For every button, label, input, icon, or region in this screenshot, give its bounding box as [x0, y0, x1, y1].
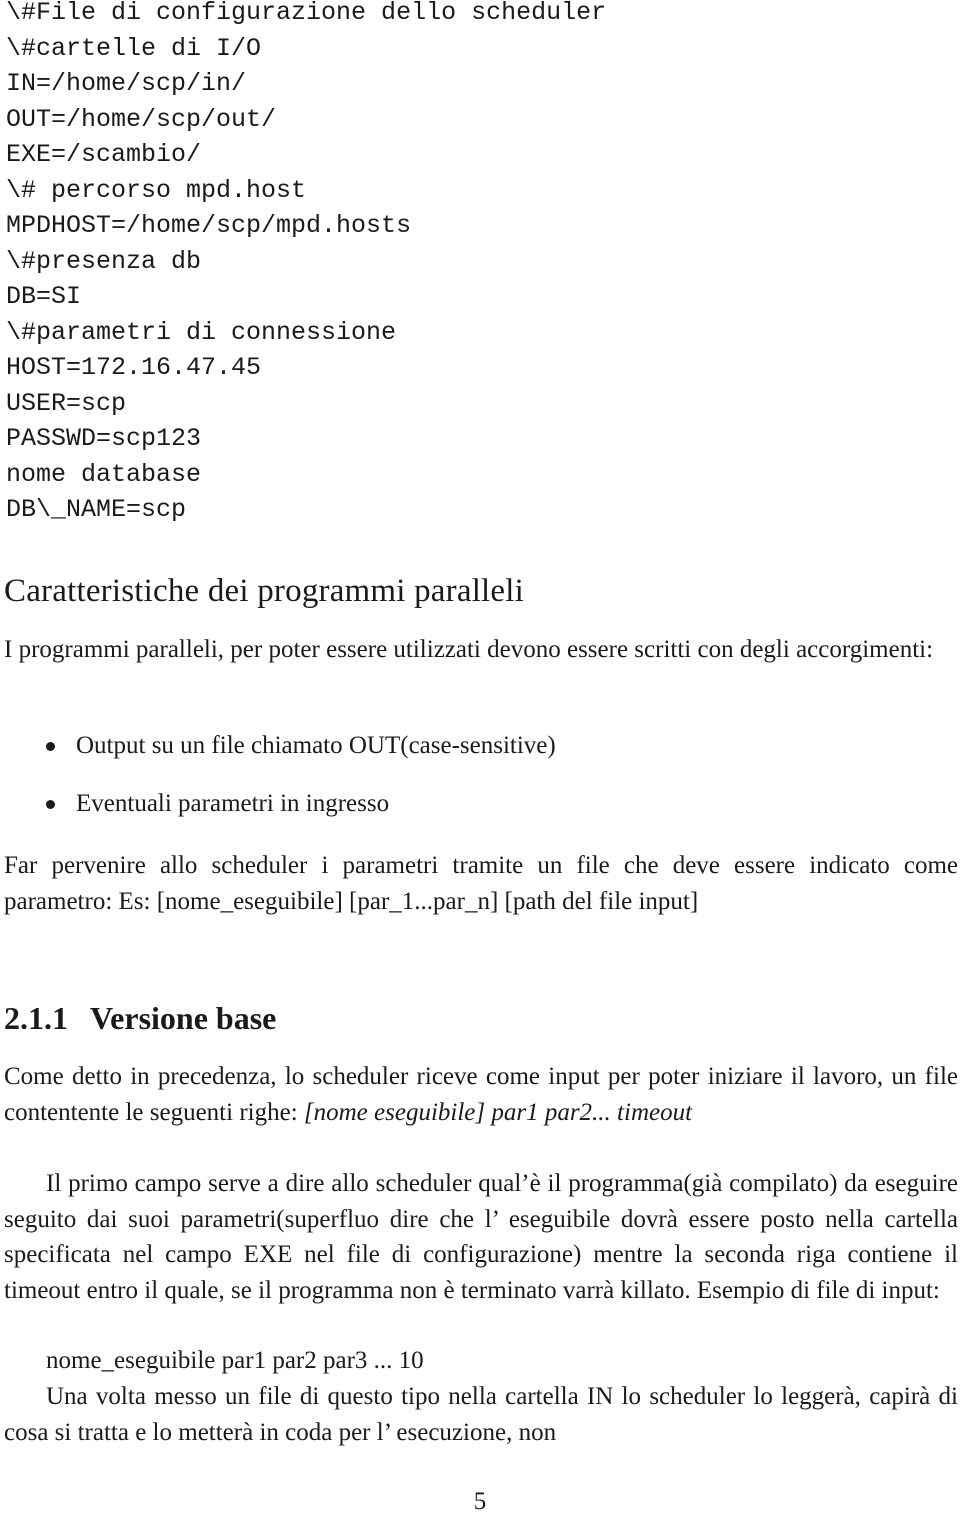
config-line: \#cartelle di I/O	[6, 33, 262, 63]
page-number: 5	[473, 1488, 487, 1515]
config-line: HOST=172.16.47.45	[6, 353, 262, 382]
config-line: OUT=/home/scp/out/	[6, 104, 277, 134]
after-bullets-paragraph: Far pervenire allo scheduler i parametri…	[4, 852, 958, 915]
bullet-icon	[46, 800, 55, 809]
subsection-title: Versione base	[90, 1000, 277, 1036]
config-line: \#File di configurazione dello scheduler	[6, 0, 607, 27]
config-line: MPDHOST=/home/scp/mpd.hosts	[6, 211, 412, 240]
config-line: DB=SI	[6, 282, 82, 311]
config-line: \#presenza db	[6, 246, 202, 276]
bullet-item: Output su un file chiamato OUT(case-sens…	[46, 728, 556, 786]
config-line: USER=scp	[6, 388, 127, 418]
subsection-paragraph-2: Il primo campo serve a dire allo schedul…	[4, 1170, 958, 1304]
config-line: EXE=/scambio/	[6, 140, 202, 169]
bullet-item: Eventuali parametri in ingresso	[46, 786, 556, 844]
config-line: IN=/home/scp/in/	[6, 69, 247, 98]
section-heading: Caratteristiche dei programmi paralleli	[4, 573, 525, 609]
bullet-text: Output su un file chiamato OUT(case-sens…	[76, 732, 556, 759]
config-line: \# percorso mpd.host	[6, 175, 307, 205]
section-intro: I programmi paralleli, per poter essere …	[4, 636, 934, 663]
subsection-paragraph-3: Una volta messo un file di questo tipo n…	[4, 1383, 958, 1446]
bullet-list: Output su un file chiamato OUT(case-sens…	[46, 728, 556, 844]
input-format: [nome eseguibile] par1 par2... timeout	[303, 1098, 693, 1126]
config-line: \#parametri di connessione	[6, 317, 397, 347]
subsection-number: 2.1.1	[4, 1000, 68, 1036]
subsection-paragraph-1: Come detto in precedenza, lo scheduler r…	[4, 1059, 958, 1130]
bullet-icon	[46, 742, 55, 751]
input-example: nome_eseguibile par1 par2 par3 ... 10	[46, 1347, 424, 1374]
config-line: PASSWD=scp123	[6, 424, 202, 453]
config-listing: \#File di configurazione dello scheduler…	[6, 0, 606, 533]
config-line: nome database	[6, 459, 202, 489]
subsection-heading: 2.1.1 Versione base	[4, 1000, 276, 1037]
bullet-text: Eventuali parametri in ingresso	[76, 790, 390, 817]
config-line: DB\_NAME=scp	[6, 495, 187, 524]
